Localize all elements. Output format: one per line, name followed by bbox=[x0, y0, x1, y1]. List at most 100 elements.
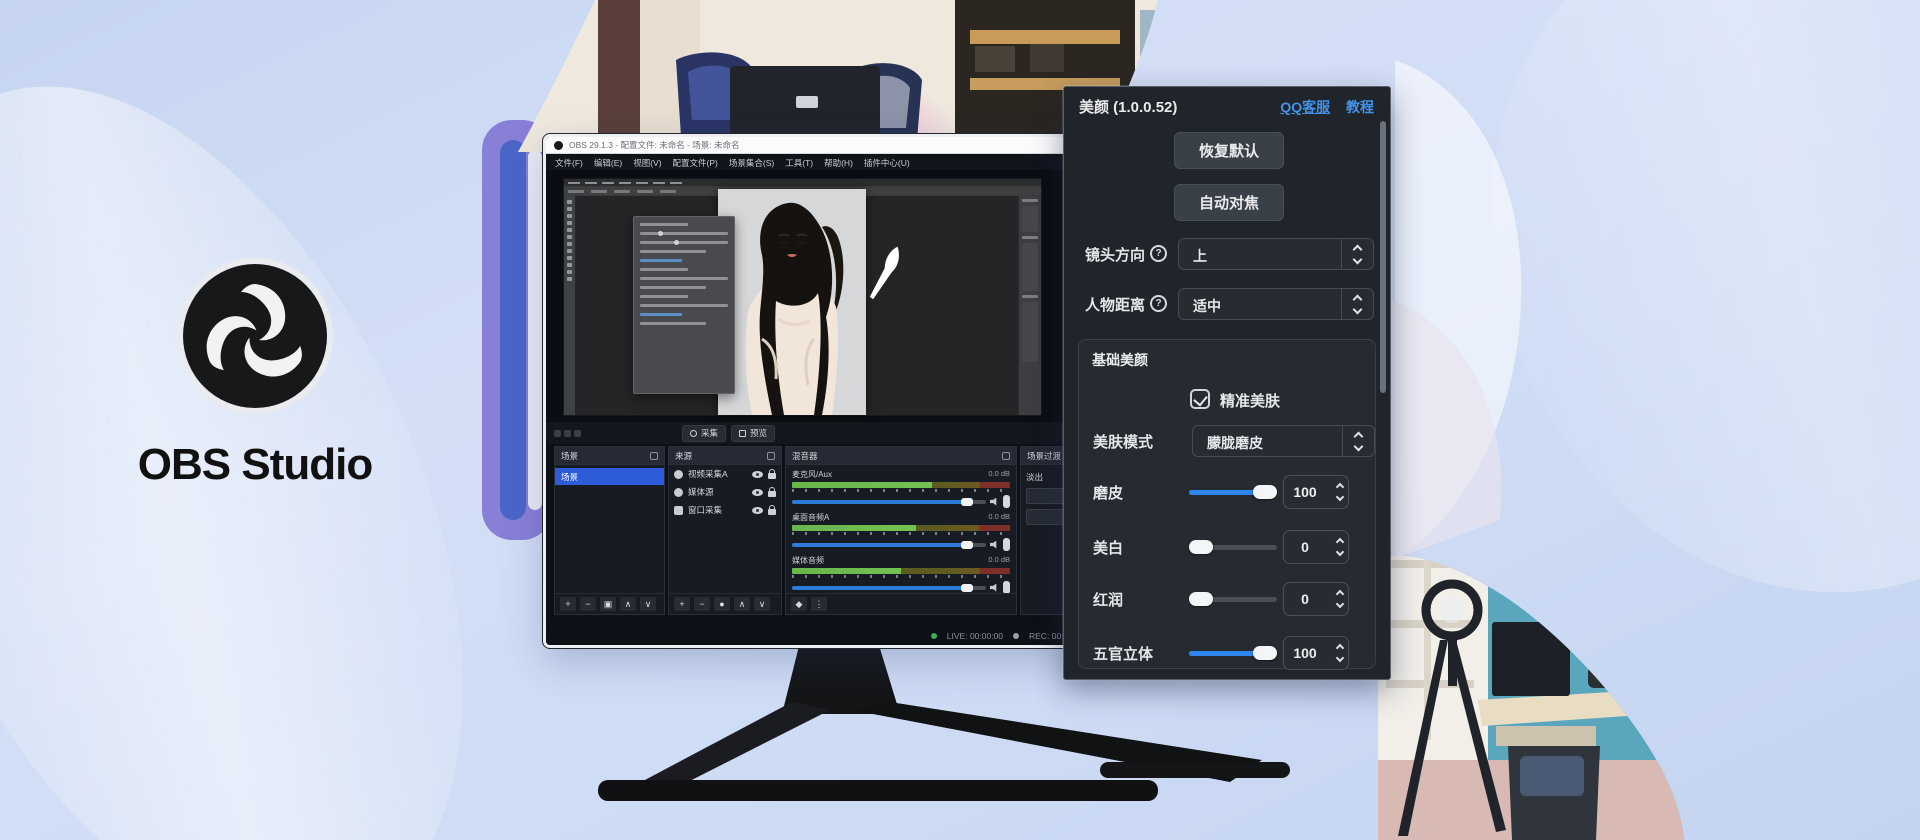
mixer-menu-button[interactable]: ⋮ bbox=[811, 597, 827, 611]
menu-plugin-center[interactable]: 插件中心(U) bbox=[864, 157, 910, 169]
qq-support-link[interactable]: QQ客服 bbox=[1280, 99, 1330, 115]
beauty-filter-panel: 美颜 (1.0.0.52) QQ客服 教程 恢复默认 自动对焦 镜头方向 ? 上… bbox=[1063, 86, 1391, 680]
number-spinner[interactable] bbox=[1337, 476, 1343, 508]
precise-skin-row: 精准美肤 bbox=[1079, 388, 1375, 412]
popout-icon[interactable] bbox=[650, 452, 658, 460]
facial-depth-value-box[interactable]: 100 bbox=[1283, 636, 1349, 670]
scene-list-item[interactable]: 场景 bbox=[555, 468, 664, 485]
precise-skin-checkbox[interactable] bbox=[1190, 389, 1210, 409]
scenes-dock: 场景 场景 + − ▣ ∧ ∨ bbox=[554, 446, 665, 615]
menu-tools[interactable]: 工具(T) bbox=[785, 157, 813, 169]
menu-file[interactable]: 文件(F) bbox=[555, 157, 583, 169]
whitening-slider[interactable] bbox=[1189, 545, 1277, 550]
skin-mode-select[interactable]: 朦胧磨皮 bbox=[1192, 425, 1375, 457]
menu-edit[interactable]: 编辑(E) bbox=[594, 157, 622, 169]
subject-distance-row: 人物距离 ? 适中 bbox=[1064, 288, 1390, 320]
visibility-icon[interactable] bbox=[752, 507, 763, 514]
select-spinner[interactable] bbox=[1342, 426, 1374, 456]
slider-handle[interactable] bbox=[1253, 646, 1277, 660]
mixer-channel: 桌面音频A0.0 dB bbox=[792, 512, 1010, 551]
visibility-icon[interactable] bbox=[752, 489, 763, 496]
rosy-slider[interactable] bbox=[1189, 597, 1277, 602]
chevron-up-icon bbox=[1354, 431, 1364, 441]
rec-status-dot bbox=[1013, 633, 1019, 639]
portrait-photo bbox=[718, 189, 866, 415]
slider-handle[interactable] bbox=[1189, 592, 1213, 606]
live-timecode: LIVE: 00:00:00 bbox=[947, 631, 1003, 641]
popout-icon[interactable] bbox=[767, 452, 775, 460]
obs-preview-area bbox=[546, 170, 1083, 422]
scene-up-button[interactable]: ∧ bbox=[620, 597, 636, 611]
panel-links: QQ客服 教程 bbox=[1268, 97, 1374, 117]
number-spinner[interactable] bbox=[1337, 583, 1343, 615]
source-row[interactable]: 视频采集A bbox=[669, 465, 781, 483]
facial-depth-label: 五官立体 bbox=[1093, 643, 1153, 664]
speaker-icon[interactable] bbox=[990, 584, 999, 592]
audio-meter bbox=[792, 525, 1010, 531]
remove-scene-button[interactable]: − bbox=[580, 597, 596, 611]
chevron-down-icon bbox=[1336, 548, 1344, 556]
lock-icon[interactable] bbox=[768, 509, 776, 515]
select-spinner[interactable] bbox=[1341, 239, 1373, 269]
check-icon bbox=[1193, 392, 1208, 407]
facial-depth-slider[interactable] bbox=[1189, 651, 1277, 656]
slider-handle[interactable] bbox=[1253, 485, 1277, 499]
volume-slider[interactable] bbox=[792, 586, 986, 590]
menu-scene-collection[interactable]: 场景集合(S) bbox=[729, 157, 774, 169]
visibility-icon[interactable] bbox=[752, 471, 763, 478]
smoothing-value-box[interactable]: 100 bbox=[1283, 475, 1349, 509]
whitening-value-box[interactable]: 0 bbox=[1283, 530, 1349, 564]
remove-source-button[interactable]: − bbox=[694, 597, 710, 611]
speaker-icon[interactable] bbox=[990, 541, 999, 549]
tutorial-link[interactable]: 教程 bbox=[1346, 99, 1374, 115]
restore-defaults-button[interactable]: 恢复默认 bbox=[1174, 132, 1284, 169]
source-row[interactable]: 窗口采集 bbox=[669, 501, 781, 519]
popout-icon[interactable] bbox=[1002, 452, 1010, 460]
camera-direction-select[interactable]: 上 bbox=[1178, 238, 1374, 270]
whitening-label: 美白 bbox=[1093, 537, 1123, 558]
menu-profile[interactable]: 配置文件(P) bbox=[673, 157, 718, 169]
number-spinner[interactable] bbox=[1337, 637, 1343, 669]
obs-status-bar: LIVE: 00:00:00 REC: 00:00 bbox=[546, 626, 1083, 645]
mixer-filters-button[interactable]: ◆ bbox=[791, 597, 807, 611]
precise-skin-label: 精准美肤 bbox=[1220, 390, 1280, 411]
channel-options-handle[interactable] bbox=[1003, 495, 1010, 508]
obs-app-icon bbox=[554, 141, 563, 150]
source-up-button[interactable]: ∧ bbox=[734, 597, 750, 611]
ps-menu-strip bbox=[564, 179, 1041, 186]
help-icon[interactable]: ? bbox=[1150, 245, 1167, 262]
source-down-button[interactable]: ∨ bbox=[754, 597, 770, 611]
menu-view[interactable]: 视图(V) bbox=[633, 157, 661, 169]
help-icon[interactable]: ? bbox=[1150, 295, 1167, 312]
autofocus-button[interactable]: 自动对焦 bbox=[1174, 184, 1284, 221]
slider-handle[interactable] bbox=[1189, 540, 1213, 554]
source-row[interactable]: 媒体源 bbox=[669, 483, 781, 501]
menu-help[interactable]: 帮助(H) bbox=[824, 157, 853, 169]
smoothing-label: 磨皮 bbox=[1093, 482, 1123, 503]
volume-slider[interactable] bbox=[792, 543, 986, 547]
rosy-label: 红润 bbox=[1093, 589, 1123, 610]
add-source-button[interactable]: + bbox=[674, 597, 690, 611]
channel-options-handle[interactable] bbox=[1003, 538, 1010, 551]
select-spinner[interactable] bbox=[1341, 289, 1373, 319]
number-spinner[interactable] bbox=[1337, 531, 1343, 563]
tab-preview[interactable]: 预览 bbox=[731, 425, 775, 442]
volume-slider[interactable] bbox=[792, 500, 986, 504]
scene-filters-button[interactable]: ▣ bbox=[600, 597, 616, 611]
basic-beauty-group: 基础美颜 精准美肤 美肤模式 朦胧磨皮 磨皮 100 bbox=[1078, 339, 1376, 669]
chevron-up-icon bbox=[1353, 244, 1363, 254]
smoothing-slider[interactable] bbox=[1189, 490, 1277, 495]
source-properties-button[interactable]: ● bbox=[714, 597, 730, 611]
lock-icon[interactable] bbox=[768, 473, 776, 479]
add-scene-button[interactable]: + bbox=[560, 597, 576, 611]
lock-icon[interactable] bbox=[768, 491, 776, 497]
rosy-value-box[interactable]: 0 bbox=[1283, 582, 1349, 616]
subject-distance-select[interactable]: 适中 bbox=[1178, 288, 1374, 320]
speaker-icon[interactable] bbox=[990, 498, 999, 506]
window-capture-icon bbox=[674, 506, 683, 515]
ps-toolbar bbox=[564, 196, 575, 415]
scene-down-button[interactable]: ∨ bbox=[640, 597, 656, 611]
tab-capture[interactable]: 采集 bbox=[682, 425, 726, 442]
chevron-up-icon bbox=[1336, 644, 1344, 652]
mixer-channel: 麦克风/Aux0.0 dB bbox=[792, 469, 1010, 508]
